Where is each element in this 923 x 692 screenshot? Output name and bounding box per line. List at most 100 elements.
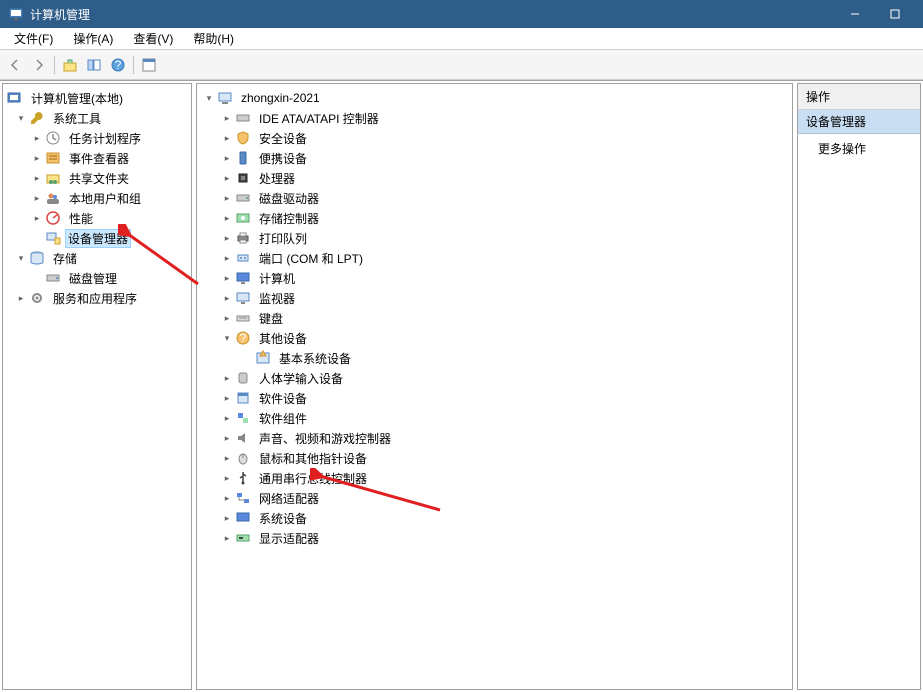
- minimize-button[interactable]: [835, 0, 875, 28]
- svg-text:?: ?: [115, 58, 122, 72]
- show-hide-tree-button[interactable]: [83, 54, 105, 76]
- chevron-right-icon[interactable]: ▸: [221, 512, 233, 524]
- chevron-right-icon[interactable]: ▸: [221, 292, 233, 304]
- tree-label: 监视器: [255, 289, 299, 308]
- tree-storage[interactable]: ▾ 存储: [5, 248, 189, 268]
- device-usb[interactable]: ▸ 通用串行总线控制器: [199, 468, 790, 488]
- tree-label: 基本系统设备: [275, 349, 355, 368]
- toolbar: ?: [0, 50, 923, 80]
- device-software-comp[interactable]: ▸软件组件: [199, 408, 790, 428]
- mouse-icon: [235, 450, 251, 466]
- chevron-down-icon[interactable]: ▾: [203, 92, 215, 104]
- chevron-right-icon[interactable]: ▸: [221, 492, 233, 504]
- device-print-queue[interactable]: ▸打印队列: [199, 228, 790, 248]
- device-mouse[interactable]: ▸鼠标和其他指针设备: [199, 448, 790, 468]
- device-ide[interactable]: ▸IDE ATA/ATAPI 控制器: [199, 108, 790, 128]
- device-keyboard[interactable]: ▸键盘: [199, 308, 790, 328]
- tree-disk-mgmt[interactable]: ▸ 磁盘管理: [5, 268, 189, 288]
- device-portable[interactable]: ▸便携设备: [199, 148, 790, 168]
- menu-file[interactable]: 文件(F): [4, 28, 63, 49]
- chevron-right-icon[interactable]: ▸: [221, 252, 233, 264]
- tree-label: 事件查看器: [65, 149, 133, 168]
- monitor-icon: [235, 290, 251, 306]
- chevron-down-icon[interactable]: ▾: [15, 112, 27, 124]
- tree-label: 设备管理器: [65, 229, 131, 248]
- chevron-right-icon[interactable]: ▸: [221, 232, 233, 244]
- chevron-right-icon[interactable]: ▸: [221, 192, 233, 204]
- chevron-right-icon[interactable]: ▸: [31, 132, 43, 144]
- properties-button[interactable]: [138, 54, 160, 76]
- device-other[interactable]: ▾?其他设备: [199, 328, 790, 348]
- console-tree-pane[interactable]: 计算机管理(本地) ▾ 系统工具 ▸ 任务计划程序 ▸ 事件查看器 ▸ 共享文件…: [2, 83, 192, 690]
- tree-label: 系统设备: [255, 509, 311, 528]
- chevron-right-icon[interactable]: ▸: [221, 472, 233, 484]
- tree-label: 通用串行总线控制器: [255, 469, 371, 488]
- tree-label: 系统工具: [49, 109, 105, 128]
- device-computer[interactable]: ▸ 计算机: [199, 268, 790, 288]
- chevron-right-icon[interactable]: ▸: [221, 132, 233, 144]
- chevron-down-icon[interactable]: ▾: [15, 252, 27, 264]
- tree-event-viewer[interactable]: ▸ 事件查看器: [5, 148, 189, 168]
- disk-icon: [45, 270, 61, 286]
- tree-device-manager[interactable]: ▸ 设备管理器: [5, 228, 189, 248]
- chevron-right-icon[interactable]: ▸: [221, 212, 233, 224]
- tree-label: 本地用户和组: [65, 189, 145, 208]
- device-mgr-icon: [45, 230, 61, 246]
- menu-view[interactable]: 查看(V): [123, 28, 183, 49]
- chevron-right-icon[interactable]: ▸: [221, 532, 233, 544]
- help-button[interactable]: ?: [107, 54, 129, 76]
- device-storage-ctrl[interactable]: ▸存储控制器: [199, 208, 790, 228]
- tree-task-scheduler[interactable]: ▸ 任务计划程序: [5, 128, 189, 148]
- tree-local-users[interactable]: ▸ 本地用户和组: [5, 188, 189, 208]
- back-button[interactable]: [4, 54, 26, 76]
- tree-performance[interactable]: ▸ 性能: [5, 208, 189, 228]
- device-tree-pane[interactable]: ▾ zhongxin-2021 ▸IDE ATA/ATAPI 控制器 ▸安全设备…: [196, 83, 793, 690]
- chevron-right-icon[interactable]: ▸: [31, 152, 43, 164]
- chevron-right-icon[interactable]: ▸: [221, 172, 233, 184]
- device-audio[interactable]: ▸ 声音、视频和游戏控制器: [199, 428, 790, 448]
- device-network[interactable]: ▸网络适配器: [199, 488, 790, 508]
- device-monitor[interactable]: ▸ 监视器: [199, 288, 790, 308]
- forward-button[interactable]: [28, 54, 50, 76]
- device-ports[interactable]: ▸端口 (COM 和 LPT): [199, 248, 790, 268]
- tree-services[interactable]: ▸ 服务和应用程序: [5, 288, 189, 308]
- tree-root[interactable]: 计算机管理(本地): [5, 88, 189, 108]
- device-software-dev[interactable]: ▸软件设备: [199, 388, 790, 408]
- tree-label: 任务计划程序: [65, 129, 145, 148]
- menu-action[interactable]: 操作(A): [63, 28, 123, 49]
- device-security[interactable]: ▸安全设备: [199, 128, 790, 148]
- tree-shared-folders[interactable]: ▸ 共享文件夹: [5, 168, 189, 188]
- device-disk-drive[interactable]: ▸磁盘驱动器: [199, 188, 790, 208]
- device-other-child[interactable]: ▸基本系统设备: [199, 348, 790, 368]
- chevron-right-icon[interactable]: ▸: [15, 292, 27, 304]
- device-system[interactable]: ▸ 系统设备: [199, 508, 790, 528]
- device-root[interactable]: ▾ zhongxin-2021: [199, 88, 790, 108]
- tree-label: 计算机: [255, 269, 299, 288]
- menu-help[interactable]: 帮助(H): [183, 28, 244, 49]
- window-title: 计算机管理: [30, 6, 835, 23]
- users-icon: [45, 190, 61, 206]
- computer-mgmt-icon: [7, 90, 23, 106]
- chevron-right-icon[interactable]: ▸: [221, 432, 233, 444]
- chevron-right-icon[interactable]: ▸: [221, 452, 233, 464]
- chevron-right-icon[interactable]: ▸: [221, 312, 233, 324]
- chevron-right-icon[interactable]: ▸: [221, 112, 233, 124]
- shared-folder-icon: [45, 170, 61, 186]
- device-processor[interactable]: ▸处理器: [199, 168, 790, 188]
- tree-label: 声音、视频和游戏控制器: [255, 429, 395, 448]
- actions-more[interactable]: 更多操作: [798, 134, 920, 163]
- device-display[interactable]: ▸显示适配器: [199, 528, 790, 548]
- chevron-right-icon[interactable]: ▸: [31, 192, 43, 204]
- chevron-right-icon[interactable]: ▸: [31, 172, 43, 184]
- chevron-right-icon[interactable]: ▸: [221, 372, 233, 384]
- up-level-button[interactable]: [59, 54, 81, 76]
- tree-system-tools[interactable]: ▾ 系统工具: [5, 108, 189, 128]
- device-hid[interactable]: ▸人体学输入设备: [199, 368, 790, 388]
- maximize-button[interactable]: [875, 0, 915, 28]
- chevron-right-icon[interactable]: ▸: [221, 392, 233, 404]
- chevron-right-icon[interactable]: ▸: [221, 412, 233, 424]
- chevron-right-icon[interactable]: ▸: [31, 212, 43, 224]
- chevron-down-icon[interactable]: ▾: [221, 332, 233, 344]
- chevron-right-icon[interactable]: ▸: [221, 272, 233, 284]
- chevron-right-icon[interactable]: ▸: [221, 152, 233, 164]
